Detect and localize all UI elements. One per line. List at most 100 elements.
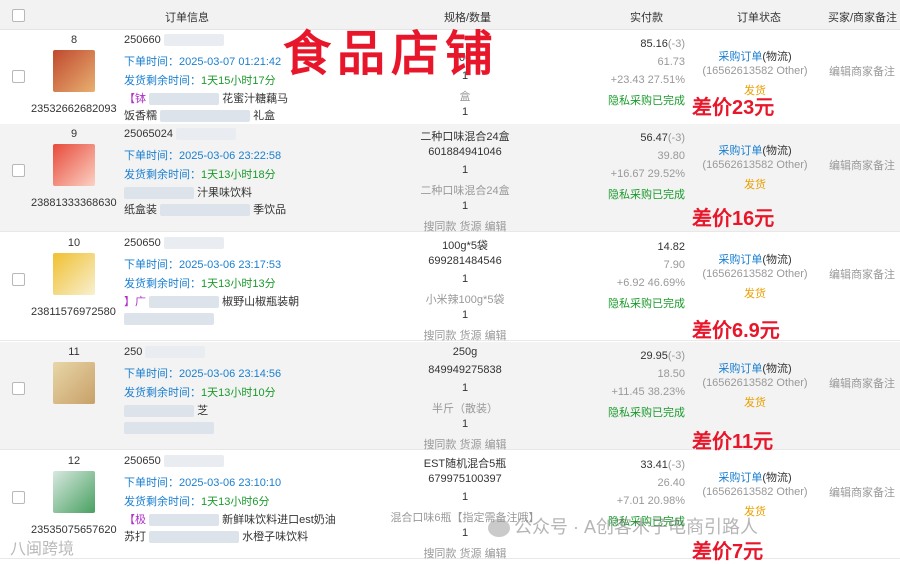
purchase-order-link[interactable]: 采购订单(物流) <box>700 251 810 267</box>
order-id[interactable]: 250660 <box>124 34 224 47</box>
order-time: 下单时间：2025-03-06 23:17:53 <box>124 259 282 271</box>
row-checkbox[interactable] <box>12 164 25 177</box>
edit-link[interactable]: 编辑 <box>485 330 507 342</box>
row-checkbox[interactable] <box>12 491 25 504</box>
shipped-status: 发货 <box>744 397 766 409</box>
order-time: 下单时间：2025-03-06 23:22:58 <box>124 150 282 162</box>
quantity-2: 1 <box>461 418 469 430</box>
source-link[interactable]: 货源 <box>460 548 482 560</box>
row-index: 12 <box>67 455 81 467</box>
row-checkbox[interactable] <box>12 273 25 286</box>
source-link[interactable]: 货源 <box>460 439 482 451</box>
row-actions: 搜同款 货源 编辑 <box>380 218 550 234</box>
purchase-order-link[interactable]: 采购订单(物流) <box>700 48 810 64</box>
header-paid: 实付款 <box>630 12 663 24</box>
paid-amount: 29.95(-3) <box>640 350 685 362</box>
row-checkbox[interactable] <box>12 382 25 395</box>
row-index: 8 <box>70 34 78 46</box>
row-actions: 搜同款 货源 编辑 <box>380 327 550 343</box>
product-title[interactable]: 】广 椒野山椒瓶装朝 <box>124 294 344 328</box>
order-time: 下单时间：2025-03-06 23:10:10 <box>124 477 282 489</box>
shop-banner-text: 食品店铺 <box>283 28 500 81</box>
profit: +11.45 38.23% <box>611 386 686 398</box>
row-checkbox[interactable] <box>12 70 25 83</box>
sku: 601884941046 <box>428 146 502 158</box>
order-id[interactable]: 250650 <box>124 237 224 250</box>
edit-merchant-note-link[interactable]: 编辑商家备注 <box>829 63 895 79</box>
shipped-status: 发货 <box>744 179 766 191</box>
purchase-status: 隐私采购已完成 <box>608 189 685 201</box>
watermark-logo: 八闽跨境 <box>10 541 75 558</box>
purchase-order-link[interactable]: 采购订单(物流) <box>700 142 810 158</box>
row-index: 10 <box>67 237 81 249</box>
status-id: (16562613582 Other) <box>702 377 808 389</box>
row-actions: 搜同款 货源 编辑 <box>380 545 550 561</box>
paid-amount: 33.41(-3) <box>640 459 685 471</box>
edit-link[interactable]: 编辑 <box>485 548 507 560</box>
cost-amount: 26.40 <box>657 477 685 489</box>
cost-amount: 61.73 <box>657 56 685 68</box>
row-index: 11 <box>68 346 80 358</box>
select-all-checkbox[interactable] <box>12 9 25 22</box>
edit-merchant-note-link[interactable]: 编辑商家备注 <box>829 375 895 391</box>
search-same-link[interactable]: 搜同款 <box>423 221 456 233</box>
product-title[interactable]: 芝 <box>124 403 344 437</box>
search-same-link[interactable]: 搜同款 <box>423 548 456 560</box>
order-row: 12 23535075657620 250650 下单时间：2025-03-06… <box>0 451 900 561</box>
cost-amount: 7.90 <box>663 259 685 271</box>
profit: +23.43 27.51% <box>610 74 685 86</box>
product-thumbnail[interactable] <box>53 50 95 92</box>
edit-link[interactable]: 编辑 <box>485 221 507 233</box>
edit-link[interactable]: 编辑 <box>485 439 507 451</box>
quantity-2: 1 <box>461 309 469 321</box>
edit-merchant-note-link[interactable]: 编辑商家备注 <box>829 484 895 500</box>
edit-merchant-note-link[interactable]: 编辑商家备注 <box>829 157 895 173</box>
profit: +16.67 29.52% <box>610 168 685 180</box>
quantity: 1 <box>461 491 469 503</box>
search-same-link[interactable]: 搜同款 <box>423 439 456 451</box>
shipped-status: 发货 <box>744 288 766 300</box>
order-time: 下单时间：2025-03-06 23:14:56 <box>124 368 282 380</box>
product-thumbnail[interactable] <box>53 362 95 404</box>
quantity-2: 1 <box>461 106 469 118</box>
price-diff-label: 差价7元 <box>692 541 764 563</box>
purchase-status: 隐私采购已完成 <box>608 407 685 419</box>
purchase-order-link[interactable]: 采购订单(物流) <box>700 360 810 376</box>
paid-amount: 56.47(-3) <box>640 132 685 144</box>
ship-remaining: 发货剩余时间：1天13小时10分 <box>124 387 276 399</box>
price-diff-label: 差价6.9元 <box>692 320 780 342</box>
source-link[interactable]: 货源 <box>460 221 482 233</box>
ship-remaining: 发货剩余时间：1天13小时13分 <box>124 278 276 290</box>
product-id[interactable]: 23811576972580 <box>31 306 116 318</box>
sku: 849949275838 <box>428 364 502 376</box>
price-diff-label: 差价16元 <box>692 208 775 230</box>
product-thumbnail[interactable] <box>53 471 95 513</box>
order-id[interactable]: 250650 <box>124 455 224 468</box>
product-title[interactable]: 【钵 花蜜汁糖藕马 饭香糯 礼盒 <box>124 91 344 125</box>
quantity: 1 <box>461 164 469 176</box>
paid-amount: 14.82 <box>657 241 685 253</box>
product-thumbnail[interactable] <box>53 144 95 186</box>
price-diff-label: 差价23元 <box>692 97 775 119</box>
variant: 小米辣100g*5袋 <box>425 294 505 306</box>
product-id[interactable]: 23532662682093 <box>31 103 117 115</box>
profit: +6.92 46.69% <box>616 277 685 289</box>
order-id[interactable]: 250 <box>124 346 206 359</box>
cost-amount: 39.80 <box>657 150 685 162</box>
product-title[interactable]: 【极 新鲜味饮料进口est奶油 苏打 水橙子味饮料 <box>124 512 344 546</box>
order-id[interactable]: 25065024 <box>124 128 237 141</box>
spec-name: 二种口味混合24盒 <box>420 131 510 143</box>
ship-remaining: 发货剩余时间：1天13小时6分 <box>124 496 270 508</box>
edit-merchant-note-link[interactable]: 编辑商家备注 <box>829 266 895 282</box>
source-link[interactable]: 货源 <box>460 330 482 342</box>
product-title[interactable]: 汁果味饮料 纸盒装 季饮品 <box>124 185 344 219</box>
search-same-link[interactable]: 搜同款 <box>423 330 456 342</box>
purchase-status: 隐私采购已完成 <box>608 95 685 107</box>
product-thumbnail[interactable] <box>53 253 95 295</box>
spec-name: 100g*5袋 <box>442 240 488 252</box>
row-index: 9 <box>70 128 78 140</box>
cost-amount: 18.50 <box>657 368 685 380</box>
product-id[interactable]: 23881333368630 <box>31 197 117 209</box>
purchase-order-link[interactable]: 采购订单(物流) <box>700 469 810 485</box>
status-id: (16562613582 Other) <box>702 65 808 77</box>
